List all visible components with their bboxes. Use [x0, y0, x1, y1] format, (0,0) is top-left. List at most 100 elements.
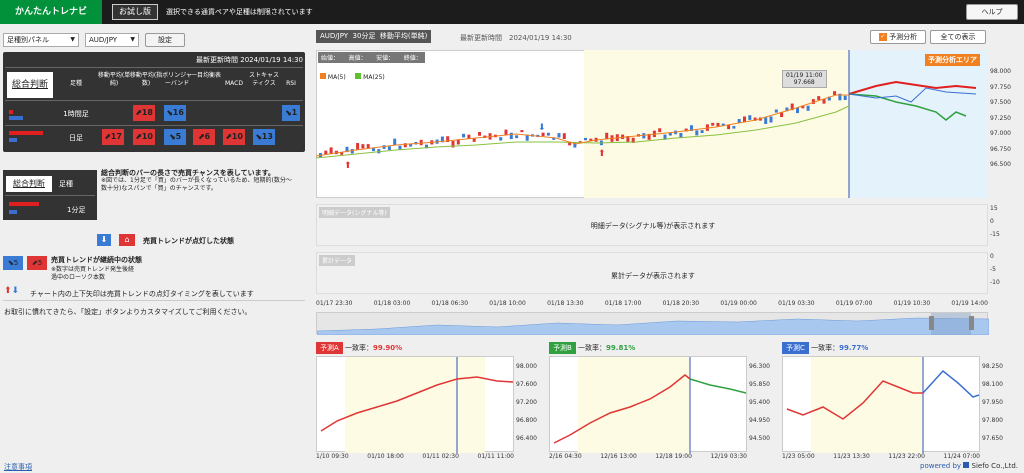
x-tick: 01/10 18:00 — [367, 453, 404, 460]
candle — [520, 130, 524, 133]
arrow-up-icon: ⬈ — [104, 132, 111, 141]
forecast-c-header: 予測C 一致率：99.77% — [782, 342, 868, 354]
powered-by-text: powered by — [920, 462, 962, 470]
candle — [796, 107, 799, 114]
forecast-a-rate-label: 一致率： — [345, 344, 374, 352]
help-button[interactable]: ヘルプ — [966, 4, 1018, 20]
y-tick: 96.800 — [516, 417, 537, 424]
signal-up-badge[interactable]: ⬈10 — [133, 129, 155, 145]
arrow-down-icon: ⬊ — [284, 108, 292, 117]
x-tick: 01/11 11:00 — [477, 453, 515, 460]
settings-button[interactable]: 設定 — [145, 33, 185, 47]
y-tick: 96.400 — [516, 435, 537, 442]
range-handle-right[interactable] — [969, 316, 974, 330]
arrow-down-icon: ⬊ — [168, 132, 176, 141]
sub2-y-axis: 0 -5 -10 — [990, 250, 1000, 289]
app-logo: かんたんトレナビ — [0, 0, 102, 24]
indicator-header: 移動平均(指数) — [129, 72, 163, 87]
y-tick: -5 — [990, 266, 996, 273]
sell-arrow-icon: ⬇ — [538, 123, 546, 133]
detail-data-panel: 明細データ(シグナル等) 明細データ(シグナル等)が表示されます — [316, 204, 988, 246]
arrow-up-icon: ⬈ — [197, 132, 205, 141]
arrow-down-icon: ⬊ — [166, 108, 173, 117]
x-axis: 01/17 23:30 01/18 03:00 01/18 06:30 01/1… — [316, 300, 988, 307]
cumulative-data-panel: 累計データ 累計データが表示されます — [316, 252, 988, 294]
pair-select[interactable]: AUD/JPY ▼ — [85, 33, 139, 47]
arrow-explain-text: チャート内の上下矢印は売買トレンドの点灯タイミングを表しています — [30, 290, 254, 298]
forecast-a-y-axis: 98.000 97.600 97.200 96.800 96.400 — [516, 358, 537, 448]
forecast-b-header: 予測B 一致率：99.81% — [549, 342, 635, 354]
y-tick: 97.750 — [990, 83, 1011, 91]
candle — [769, 116, 773, 123]
y-tick: 0 — [990, 218, 994, 225]
signal-down-badge[interactable]: ⬊5 — [164, 129, 186, 145]
legend-desc-body: ※図では、1分足で「買」のバーが長くなっているため、短期的(数分〜数十分)なスパ… — [101, 177, 292, 192]
signal-count: 17 — [110, 132, 122, 141]
x-tick: 01/18 17:00 — [604, 300, 642, 307]
candle — [658, 128, 662, 133]
cumulative-data-tab: 累計データ — [319, 255, 356, 266]
continue-up-sample: ⬈5 — [27, 256, 47, 270]
price-chart-svg: ⬆ ⬇ ⬆ — [316, 50, 977, 198]
forecast-b-chart[interactable] — [549, 356, 747, 453]
notes-link[interactable]: 注意事項 — [4, 462, 32, 472]
signal-down-badge[interactable]: ⬊1 — [282, 105, 300, 121]
forecast-c-rate: 99.77% — [839, 344, 869, 352]
summary-panel: 最新更新時間 2024/01/19 14:30 総合判断 足種 移動平均(単純)… — [3, 52, 305, 152]
x-tick: 01/17 23:30 — [316, 300, 353, 307]
signal-down-badge[interactable]: ⬊13 — [253, 129, 275, 145]
indicator-header: 移動平均(単純) — [97, 72, 131, 87]
candle — [361, 144, 365, 149]
arrow-down-icon: ⬊ — [255, 132, 262, 141]
forecast-c-chart[interactable] — [782, 356, 980, 453]
forecast-a-chart[interactable] — [316, 356, 514, 453]
continue-down-sample: ⬊5 — [3, 256, 23, 270]
signal-count: 10 — [231, 132, 243, 141]
divider — [5, 100, 303, 101]
candle — [499, 137, 503, 141]
y-tick: 98.250 — [982, 363, 1003, 370]
pair-select-value: AUD/JPY — [89, 36, 118, 44]
powered-by: powered by Siefo Co.,Ltd. — [920, 462, 1018, 470]
show-all-button[interactable]: 全ての表示 — [930, 30, 986, 44]
signal-up-badge[interactable]: ⬈17 — [102, 129, 124, 145]
range-handle-left[interactable] — [929, 316, 934, 330]
signal-up-badge[interactable]: ⬈10 — [223, 129, 245, 145]
candle — [743, 116, 746, 123]
signal-count: 10 — [141, 132, 153, 141]
candle — [562, 133, 566, 139]
candle — [515, 135, 519, 139]
arrow-up-icon: ⬈ — [135, 108, 142, 117]
signal-count: 16 — [172, 108, 184, 117]
y-tick: 15 — [990, 205, 998, 212]
x-tick: 01/18 20:30 — [662, 300, 700, 307]
leg-header: 足種 — [69, 80, 82, 87]
chevron-down-icon: ▼ — [70, 36, 75, 43]
y-tick: 94.500 — [749, 435, 770, 442]
signal-count: 18 — [141, 108, 153, 117]
y-tick: 97.250 — [990, 114, 1011, 122]
forecast-a-rate: 99.90% — [373, 344, 403, 352]
legend-sample-box: 総合判断 足種 1分足 — [3, 170, 97, 220]
candle — [679, 132, 683, 138]
x-tick: 01/19 07:00 — [835, 300, 873, 307]
candle — [419, 139, 423, 146]
legend-bar-buy — [9, 202, 39, 206]
candle — [843, 95, 847, 101]
candle — [764, 117, 768, 125]
chart-period: 30分足 — [352, 32, 376, 40]
signal-up-badge[interactable]: ⬈18 — [133, 105, 155, 121]
x-tick: 01/18 13:30 — [547, 300, 584, 307]
signal-down-badge[interactable]: ⬊16 — [164, 105, 186, 121]
y-tick: 95.400 — [749, 399, 770, 406]
candle — [541, 132, 545, 137]
candle — [695, 130, 699, 136]
y-tick: 96.300 — [749, 363, 770, 370]
continue-note-2: 過中のローソク本数 — [51, 274, 106, 281]
panel-select[interactable]: 足種別パネル ▼ — [3, 33, 79, 47]
buy-arrow-icon: ⬆ — [344, 161, 352, 171]
overall-bar-buy — [9, 110, 13, 114]
range-navigator[interactable] — [316, 312, 989, 335]
forecast-analysis-toggle[interactable]: ✓ 予測分析 — [870, 30, 926, 44]
signal-up-badge[interactable]: ⬈6 — [193, 129, 215, 145]
